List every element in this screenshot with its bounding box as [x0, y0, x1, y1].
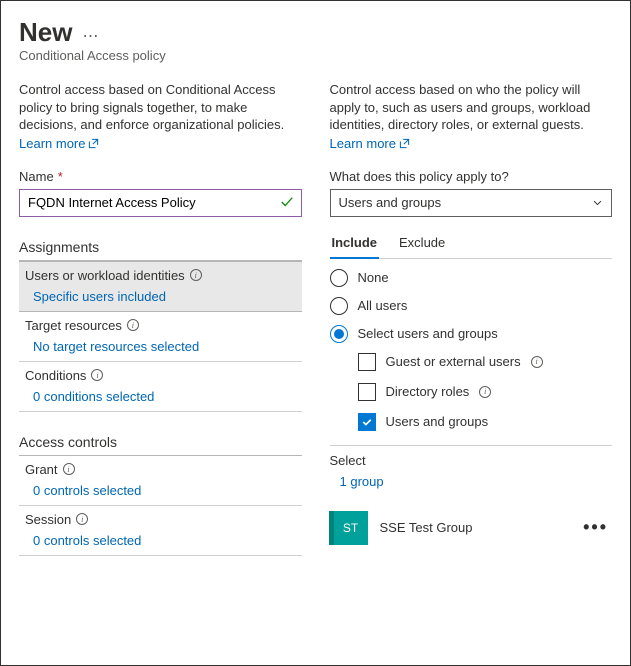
check-guest-label: Guest or external users	[386, 354, 521, 369]
radio-select-users[interactable]: Select users and groups	[330, 325, 613, 343]
info-icon[interactable]: i	[479, 386, 491, 398]
learn-more-text: Learn more	[330, 136, 396, 151]
external-link-icon	[88, 138, 99, 149]
more-actions-icon[interactable]: ⋯	[82, 26, 98, 46]
session-row-title: Session	[25, 512, 71, 527]
check-directory-roles[interactable]: Directory roles i	[358, 383, 613, 401]
users-row-title: Users or workload identities	[25, 268, 185, 283]
resources-row[interactable]: Target resources i No target resources s…	[19, 312, 302, 362]
apply-label: What does this policy apply to?	[330, 169, 613, 184]
group-row[interactable]: ST SSE Test Group •••	[330, 501, 613, 555]
learn-more-link-right[interactable]: Learn more	[330, 136, 410, 151]
grant-row-sub[interactable]: 0 controls selected	[25, 477, 296, 502]
radio-select-label: Select users and groups	[358, 326, 498, 341]
assignments-heading: Assignments	[19, 239, 302, 261]
session-row[interactable]: Session i 0 controls selected	[19, 506, 302, 556]
conditions-row-sub[interactable]: 0 conditions selected	[25, 383, 296, 408]
users-row[interactable]: Users or workload identities i Specific …	[19, 261, 302, 312]
conditions-row[interactable]: Conditions i 0 conditions selected	[19, 362, 302, 412]
checkbox-icon	[358, 383, 376, 401]
chevron-down-icon	[592, 197, 603, 208]
radio-all-users[interactable]: All users	[330, 297, 613, 315]
info-icon[interactable]: i	[91, 369, 103, 381]
resources-row-title: Target resources	[25, 318, 122, 333]
radio-icon	[330, 325, 348, 343]
select-label: Select	[330, 453, 613, 468]
group-name: SSE Test Group	[380, 520, 572, 535]
session-row-sub[interactable]: 0 controls selected	[25, 527, 296, 552]
check-users-groups[interactable]: Users and groups	[358, 413, 613, 431]
right-description: Control access based on who the policy w…	[330, 81, 613, 134]
users-row-sub[interactable]: Specific users included	[25, 283, 296, 308]
radio-all-label: All users	[358, 298, 408, 313]
checkbox-icon	[358, 353, 376, 371]
name-input[interactable]	[19, 189, 302, 217]
check-ug-label: Users and groups	[386, 414, 489, 429]
radio-none[interactable]: None	[330, 269, 613, 287]
info-icon[interactable]: i	[127, 319, 139, 331]
tab-include[interactable]: Include	[330, 229, 380, 258]
check-guest[interactable]: Guest or external users i	[358, 353, 613, 371]
radio-icon	[330, 269, 348, 287]
left-panel: Control access based on Conditional Acce…	[19, 81, 302, 556]
access-controls-heading: Access controls	[19, 434, 302, 456]
apply-dropdown[interactable]: Users and groups	[330, 189, 613, 217]
info-icon[interactable]: i	[190, 269, 202, 281]
grant-row-title: Grant	[25, 462, 58, 477]
learn-more-link[interactable]: Learn more	[19, 136, 99, 151]
group-more-icon[interactable]: •••	[583, 517, 608, 538]
external-link-icon	[399, 138, 410, 149]
radio-none-label: None	[358, 270, 389, 285]
info-icon[interactable]: i	[531, 356, 543, 368]
resources-row-sub[interactable]: No target resources selected	[25, 333, 296, 358]
page-title: New	[19, 17, 72, 48]
left-description: Control access based on Conditional Acce…	[19, 81, 302, 134]
info-icon[interactable]: i	[63, 463, 75, 475]
tab-exclude[interactable]: Exclude	[397, 229, 447, 258]
conditions-row-title: Conditions	[25, 368, 86, 383]
group-avatar: ST	[334, 511, 368, 545]
select-link[interactable]: 1 group	[330, 468, 613, 495]
check-dir-label: Directory roles	[386, 384, 470, 399]
name-label: Name*	[19, 169, 302, 184]
page-subtitle: Conditional Access policy	[19, 48, 612, 63]
checkbox-icon	[358, 413, 376, 431]
learn-more-text: Learn more	[19, 136, 85, 151]
grant-row[interactable]: Grant i 0 controls selected	[19, 456, 302, 506]
right-panel: Control access based on who the policy w…	[330, 81, 613, 556]
radio-icon	[330, 297, 348, 315]
checkmark-icon	[280, 195, 294, 212]
apply-dropdown-value: Users and groups	[339, 195, 442, 210]
info-icon[interactable]: i	[76, 513, 88, 525]
